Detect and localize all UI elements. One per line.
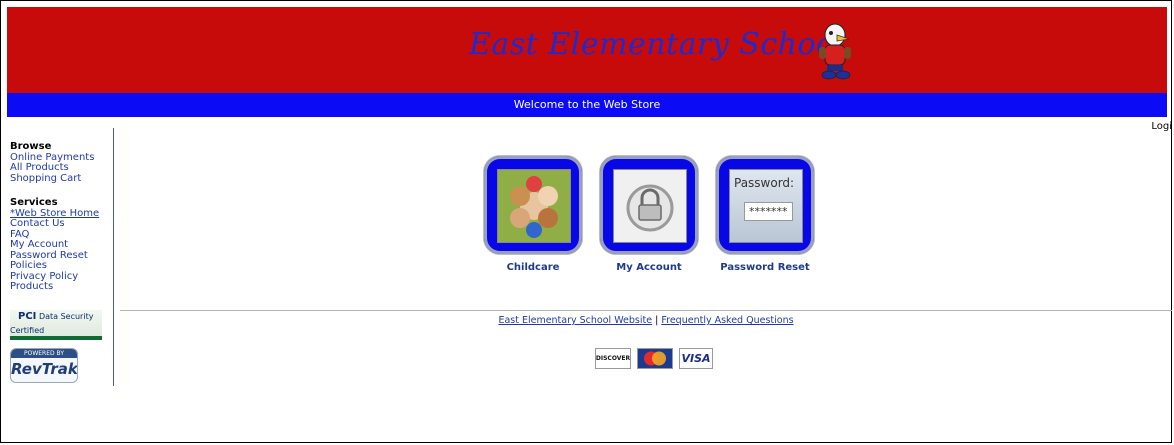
- discover-card-icon: DISCOVER: [595, 348, 631, 369]
- password-reset-label[interactable]: Password Reset: [705, 262, 825, 273]
- childcare-tile[interactable]: [484, 156, 582, 254]
- payment-cards: DISCOVER VISA: [595, 348, 713, 369]
- children-photo-icon: [497, 169, 571, 243]
- school-website-link[interactable]: East Elementary School Website: [498, 315, 652, 326]
- password-reset-tile[interactable]: Password: *******: [716, 156, 814, 254]
- pci-certified-badge[interactable]: PCI Data Security Certified: [10, 310, 102, 340]
- my-account-tile[interactable]: [600, 156, 698, 254]
- password-field-stars: *******: [744, 202, 793, 221]
- password-field-label: Password:: [734, 176, 795, 190]
- footer-divider: [120, 310, 1172, 311]
- pci-badge-title: PCI: [18, 311, 37, 322]
- revtrak-logo: RevTrak: [11, 360, 78, 378]
- header-banner: East Elementary School: [7, 7, 1167, 93]
- sidebar-item-all-products[interactable]: All Products: [10, 162, 113, 174]
- sidebar-item-policies[interactable]: Policies: [10, 260, 113, 272]
- browse-heading: Browse: [10, 141, 52, 152]
- login-link[interactable]: Logi: [1151, 121, 1172, 132]
- footer-links: East Elementary School Website | Frequen…: [120, 315, 1172, 326]
- welcome-bar: Welcome to the Web Store: [7, 93, 1167, 117]
- services-heading: Services: [10, 197, 58, 208]
- mastercard-icon: [637, 348, 673, 369]
- revtrak-powered-by: POWERED BY: [11, 349, 77, 358]
- password-field-icon: Password: *******: [729, 169, 803, 243]
- sidebar-item-shopping-cart[interactable]: Shopping Cart: [10, 173, 113, 185]
- my-account-label[interactable]: My Account: [589, 262, 709, 273]
- sidebar: Browse Online Payments All Products Shop…: [10, 141, 113, 293]
- padlock-icon: [613, 169, 687, 243]
- sidebar-item-my-account[interactable]: My Account: [10, 239, 113, 251]
- faq-link[interactable]: Frequently Asked Questions: [661, 315, 793, 326]
- sidebar-item-contact-us[interactable]: Contact Us: [10, 218, 113, 230]
- visa-card-icon: VISA: [679, 348, 713, 369]
- eagle-mascot-icon: [819, 23, 851, 80]
- sidebar-item-products[interactable]: Products: [10, 281, 113, 293]
- childcare-label[interactable]: Childcare: [473, 262, 593, 273]
- sidebar-divider: [113, 128, 114, 386]
- school-title: East Elementary School: [469, 27, 845, 62]
- revtrak-badge[interactable]: POWERED BY RevTrak: [10, 348, 78, 383]
- footer-separator: |: [655, 315, 659, 326]
